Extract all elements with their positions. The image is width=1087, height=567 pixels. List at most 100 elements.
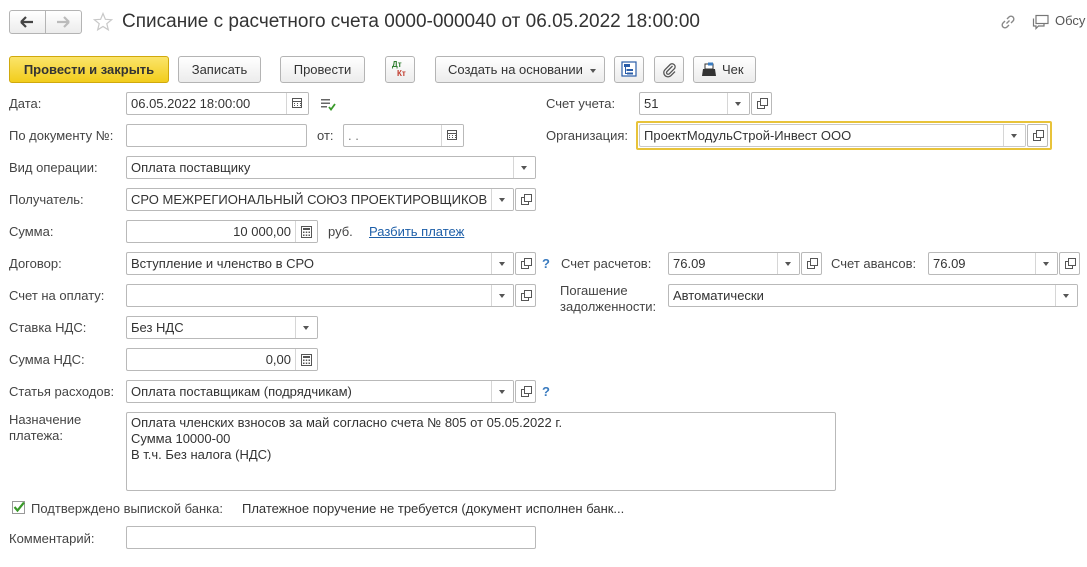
- advance-account-label: Счет авансов:: [831, 256, 917, 271]
- document-number-field[interactable]: [126, 124, 307, 147]
- open-organization-button[interactable]: [1027, 124, 1048, 147]
- dropdown-button[interactable]: [491, 253, 513, 274]
- calendar-button[interactable]: [286, 93, 308, 114]
- date-label: Дата:: [9, 96, 42, 111]
- payment-order-status[interactable]: Платежное поручение не требуется (докуме…: [242, 501, 624, 517]
- calculator-button[interactable]: [295, 349, 317, 370]
- dropdown-button[interactable]: [491, 381, 513, 402]
- from-label: от:: [317, 128, 334, 143]
- purpose-label-line-1: Назначение: [9, 412, 82, 427]
- comment-field[interactable]: [126, 526, 536, 549]
- receipt-button[interactable]: Чек: [693, 56, 756, 83]
- discuss-label[interactable]: Обсу: [1055, 13, 1085, 28]
- date-field[interactable]: 06.05.2022 18:00:00: [126, 92, 309, 115]
- open-account-button[interactable]: [751, 92, 772, 115]
- dropdown-button[interactable]: [1003, 125, 1025, 146]
- discuss-icon[interactable]: [1032, 13, 1050, 31]
- dropdown-button[interactable]: [513, 157, 535, 178]
- calendar-icon: [292, 98, 302, 108]
- dropdown-button[interactable]: [727, 93, 749, 114]
- arrow-right-icon: [57, 16, 70, 28]
- open-invoice-button[interactable]: [515, 284, 536, 307]
- debt-repayment-select[interactable]: Автоматически: [668, 284, 1078, 307]
- contract-value: Вступление и членство в СРО: [131, 256, 315, 271]
- split-payment-link[interactable]: Разбить платеж: [369, 224, 464, 239]
- amount-value: 10 000,00: [233, 224, 291, 239]
- bank-confirmed-label[interactable]: Подтверждено выпиской банка:: [31, 501, 223, 517]
- expense-item-label: Статья расходов:: [9, 384, 115, 399]
- invoice-label: Счет на оплату:: [9, 288, 105, 303]
- open-recipient-button[interactable]: [515, 188, 536, 211]
- calendar-icon: [447, 130, 457, 140]
- invoice-field[interactable]: [126, 284, 514, 307]
- settlement-account-field[interactable]: 76.09: [668, 252, 800, 275]
- operation-type-value: Оплата поставщику: [131, 160, 251, 175]
- recipient-field[interactable]: СРО МЕЖРЕГИОНАЛЬНЫЙ СОЮЗ ПРОЕКТИРОВЩИКОВ: [126, 188, 514, 211]
- organization-label: Организация:: [546, 128, 629, 143]
- calculator-button[interactable]: [295, 221, 317, 242]
- kt-label: Кт: [397, 69, 406, 78]
- post-button[interactable]: Провести: [280, 56, 365, 83]
- contract-help-icon[interactable]: ?: [542, 256, 550, 271]
- account-field[interactable]: 51: [639, 92, 750, 115]
- expense-help-icon[interactable]: ?: [542, 384, 550, 399]
- hierarchy-icon: [621, 61, 637, 77]
- vat-amount-value: 0,00: [265, 352, 291, 367]
- debt-repayment-label: Погашение задолженности:: [560, 283, 656, 315]
- contract-label: Договор:: [9, 256, 62, 271]
- star-icon[interactable]: [93, 12, 113, 32]
- organization-field[interactable]: ПроектМодульСтрой-Инвест ООО: [639, 124, 1026, 147]
- open-contract-button[interactable]: [515, 252, 536, 275]
- arrow-left-icon: [20, 16, 33, 28]
- dropdown-button[interactable]: [295, 317, 317, 338]
- debt-repayment-label-line-2: задолженности:: [560, 299, 657, 314]
- recipient-label: Получатель:: [9, 192, 84, 207]
- cash-register-icon: [702, 62, 716, 76]
- link-icon[interactable]: [999, 13, 1017, 31]
- dropdown-button[interactable]: [1055, 285, 1077, 306]
- page-title: Списание с расчетного счета 0000-000040 …: [122, 11, 700, 32]
- comment-label: Комментарий:: [9, 531, 95, 546]
- purpose-label-line-2: платежа:: [9, 428, 63, 443]
- open-expense-item-button[interactable]: [515, 380, 536, 403]
- document-date-field[interactable]: . .: [343, 124, 464, 147]
- payment-purpose-textarea[interactable]: Оплата членских взносов за май согласно …: [126, 412, 836, 491]
- dt-kt-button[interactable]: Дт Кт: [385, 56, 415, 83]
- account-label: Счет учета:: [546, 96, 616, 111]
- create-based-on-button[interactable]: Создать на основании: [435, 56, 605, 83]
- calculator-icon: [301, 226, 312, 238]
- dropdown-button[interactable]: [491, 189, 513, 210]
- dropdown-button[interactable]: [1035, 253, 1057, 274]
- amount-label: Сумма:: [9, 224, 54, 239]
- create-based-on-label: Создать на основании: [448, 62, 583, 77]
- operation-type-select[interactable]: Оплата поставщику: [126, 156, 536, 179]
- dropdown-button[interactable]: [777, 253, 799, 274]
- operation-type-label: Вид операции:: [9, 160, 98, 175]
- list-check-icon[interactable]: [320, 97, 336, 111]
- currency-label: руб.: [328, 224, 353, 239]
- forward-button[interactable]: [45, 10, 82, 34]
- dropdown-button[interactable]: [491, 285, 513, 306]
- attach-button[interactable]: [654, 56, 684, 83]
- post-and-close-button[interactable]: Провести и закрыть: [9, 56, 169, 83]
- settlement-account-label: Счет расчетов:: [561, 256, 652, 271]
- contract-field[interactable]: Вступление и членство в СРО: [126, 252, 514, 275]
- paperclip-icon: [663, 63, 676, 78]
- open-settlement-account-button[interactable]: [801, 252, 822, 275]
- debt-repayment-value: Автоматически: [673, 288, 764, 303]
- purpose-label: Назначение платежа:: [9, 412, 81, 444]
- bank-confirmed-checkbox[interactable]: [12, 501, 25, 514]
- amount-field[interactable]: 10 000,00: [126, 220, 318, 243]
- vat-rate-label: Ставка НДС:: [9, 320, 87, 335]
- advance-account-field[interactable]: 76.09: [928, 252, 1058, 275]
- organization-value: ПроектМодульСтрой-Инвест ООО: [644, 128, 852, 143]
- save-button[interactable]: Записать: [178, 56, 261, 83]
- back-button[interactable]: [9, 10, 46, 34]
- vat-rate-select[interactable]: Без НДС: [126, 316, 318, 339]
- structure-button[interactable]: [614, 56, 644, 83]
- expense-item-field[interactable]: Оплата поставщикам (подрядчикам): [126, 380, 514, 403]
- calendar-button[interactable]: [441, 125, 463, 146]
- vat-rate-value: Без НДС: [131, 320, 184, 335]
- vat-amount-field[interactable]: 0,00: [126, 348, 318, 371]
- open-advance-account-button[interactable]: [1059, 252, 1080, 275]
